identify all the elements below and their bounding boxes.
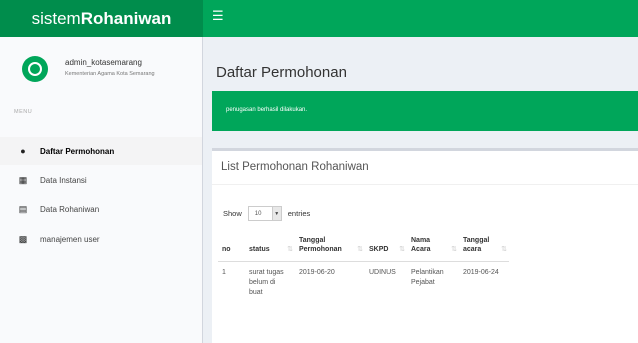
cell-nama-acara: Pelantikan Pejabat bbox=[411, 269, 444, 286]
sort-icon: ⇅ bbox=[501, 246, 507, 253]
sidebar-item-data-rohaniwan[interactable]: ▤ Data Rohaniwan bbox=[0, 195, 202, 223]
table-header-row: no status ⇅ Tanggal Permohonan ⇅ SKPD ⇅ Nama… bbox=[218, 233, 509, 262]
top-navbar: sistem Rohaniwan ☰ bbox=[0, 0, 638, 37]
sidebar-item-data-instansi[interactable]: ▦ Data Instansi bbox=[0, 166, 202, 194]
brand-logo[interactable]: sistem Rohaniwan bbox=[0, 0, 203, 37]
entries-label: entries bbox=[287, 209, 311, 218]
col-header-skpd[interactable]: SKPD ⇅ bbox=[365, 233, 407, 262]
sort-icon: ⇅ bbox=[357, 246, 363, 253]
hamburger-icon[interactable]: ☰ bbox=[212, 9, 228, 25]
success-alert: penugasan berhasil dilakukan. bbox=[212, 91, 638, 131]
col-header-tanggal-acara[interactable]: Tanggal acara ⇅ bbox=[459, 233, 509, 262]
brand-bold-text: Rohaniwan bbox=[80, 8, 172, 28]
sidebar-item-manajemen-user[interactable]: ▩ manajemen user bbox=[0, 225, 202, 253]
entries-select[interactable]: 10 ▼ bbox=[247, 206, 282, 221]
user-name: admin_kotasemarang bbox=[65, 58, 142, 67]
show-label: Show bbox=[223, 209, 242, 218]
circle-icon: ● bbox=[20, 146, 26, 156]
cell-no: 1 bbox=[222, 269, 226, 276]
sidebar-item-label: Daftar Permohonan bbox=[40, 146, 115, 156]
box-title: List Permohonan Rohaniwan bbox=[221, 161, 369, 173]
box-divider bbox=[212, 184, 638, 185]
sort-icon: ⇅ bbox=[451, 246, 457, 253]
chevron-down-icon: ▼ bbox=[271, 207, 281, 220]
col-header-nama-acara[interactable]: Nama Acara ⇅ bbox=[407, 233, 459, 262]
sidebar-item-daftar-permohonan[interactable]: ● Daftar Permohonan bbox=[0, 137, 202, 165]
alert-message: penugasan berhasil dilakukan. bbox=[226, 107, 308, 113]
sort-icon: ⇅ bbox=[399, 246, 405, 253]
cell-status: surat tugas belum di buat bbox=[249, 269, 284, 296]
users-icon: ▩ bbox=[18, 233, 28, 244]
entries-select-value: 10 bbox=[254, 210, 262, 217]
sidebar-item-label: Data Rohaniwan bbox=[40, 204, 100, 214]
entries-length-control: Show 10 ▼ entries bbox=[223, 206, 310, 221]
sidebar-item-label: Data Instansi bbox=[40, 175, 87, 185]
user-panel: admin_kotasemarang Kementerian Agama Kot… bbox=[0, 37, 203, 109]
app: sistem Rohaniwan ☰ admin_kotasemarang Kem… bbox=[0, 0, 638, 343]
col-header-tanggal-permohonan[interactable]: Tanggal Permohonan ⇅ bbox=[295, 233, 365, 262]
menu-header: MENU bbox=[14, 109, 33, 115]
list-icon: ▤ bbox=[18, 203, 28, 214]
user-organization: Kementerian Agama Kota Semarang bbox=[65, 71, 155, 77]
sidebar: admin_kotasemarang Kementerian Agama Kot… bbox=[0, 37, 203, 343]
cell-tanggal-acara: 2019-06-24 bbox=[463, 269, 499, 276]
col-header-no[interactable]: no bbox=[218, 233, 245, 262]
sort-icon: ⇅ bbox=[287, 246, 293, 253]
table-row[interactable]: 1 surat tugas belum di buat 2019-06-20 U… bbox=[218, 262, 509, 305]
permohonan-table: no status ⇅ Tanggal Permohonan ⇅ SKPD ⇅ Nama… bbox=[218, 233, 509, 304]
brand-light-text: sistem bbox=[31, 8, 81, 28]
cell-tanggal-permohonan: 2019-06-20 bbox=[299, 269, 335, 276]
avatar bbox=[22, 56, 48, 82]
bank-icon: ▦ bbox=[18, 174, 28, 185]
sidebar-item-label: manajemen user bbox=[40, 234, 100, 244]
cell-skpd: UDINUS bbox=[369, 269, 396, 276]
col-header-status[interactable]: status ⇅ bbox=[245, 233, 295, 262]
page-title: Daftar Permohonan bbox=[216, 64, 347, 81]
permohonan-box: List Permohonan Rohaniwan Show 10 ▼ entr… bbox=[212, 148, 638, 343]
